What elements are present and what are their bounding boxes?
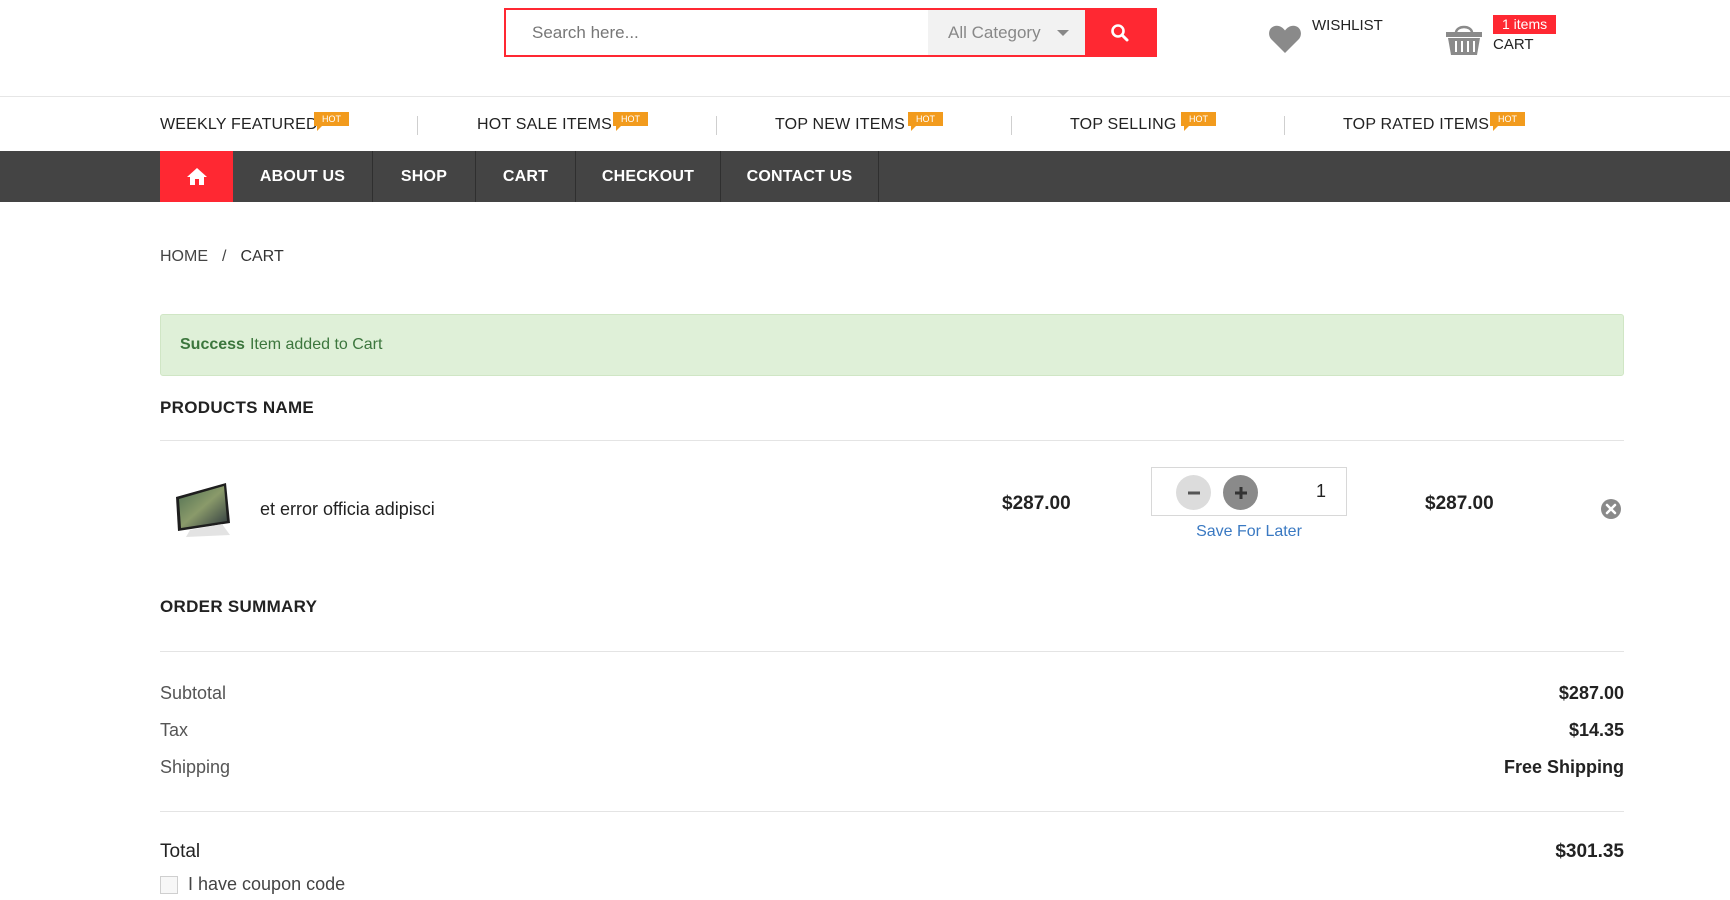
tax-value: $14.35 (1568, 720, 1624, 740)
divider (716, 116, 717, 135)
search-input[interactable] (506, 10, 928, 55)
divider (1284, 116, 1285, 135)
hot-item-top-new[interactable]: TOP NEW ITEMS (775, 116, 905, 134)
breadcrumb-current: CART (240, 248, 284, 265)
remove-item-button[interactable] (1600, 498, 1622, 525)
nav-cart[interactable]: CART (476, 151, 576, 202)
search-icon (1111, 23, 1129, 41)
basket-icon (1446, 25, 1482, 55)
quantity-decrease-button[interactable] (1176, 475, 1211, 510)
nav-about-us[interactable]: ABOUT US (233, 151, 373, 202)
home-icon (186, 168, 207, 185)
hot-badge: HOT (314, 112, 349, 131)
summary-subtotal: Subtotal $287.00 (160, 683, 1624, 704)
total-label: Total (160, 841, 201, 862)
search-bar: All Category (504, 8, 1157, 57)
coupon-label: I have coupon code (188, 874, 346, 894)
products-title: PRODUCTS NAME (160, 398, 315, 417)
shipping-value: Free Shipping (1503, 757, 1624, 777)
subtotal-label: Subtotal (160, 683, 227, 703)
tax-label: Tax (160, 720, 189, 740)
minus-icon (1187, 491, 1200, 494)
nav-checkout[interactable]: CHECKOUT (576, 151, 721, 202)
summary-tax: Tax $14.35 (160, 720, 1624, 741)
quantity-increase-button[interactable] (1223, 475, 1258, 510)
divider (160, 811, 1624, 812)
hot-badge: HOT (1490, 112, 1525, 131)
summary-shipping: Shipping Free Shipping (160, 757, 1624, 778)
product-name-link[interactable]: et error officia adipisci (260, 499, 435, 520)
order-summary-title: ORDER SUMMARY (160, 597, 318, 616)
nav-home-button[interactable] (160, 151, 233, 202)
hot-item-weekly-featured[interactable]: WEEKLY FEATURED (160, 116, 318, 134)
nav-shop[interactable]: SHOP (373, 151, 476, 202)
category-select[interactable]: All Category (928, 10, 1085, 55)
product-unit-price: $287.00 (1002, 493, 1071, 514)
breadcrumb-separator: / (222, 248, 227, 265)
caret-down-icon (1057, 30, 1069, 36)
coupon-toggle[interactable]: I have coupon code (160, 874, 345, 895)
hot-items-strip: WEEKLY FEATURED HOT HOT SALE ITEMS HOT T… (160, 98, 1535, 151)
cart-label: CART (1493, 36, 1534, 53)
summary-total: Total $301.35 (160, 841, 1624, 863)
coupon-checkbox[interactable] (160, 875, 178, 894)
search-button[interactable] (1085, 10, 1155, 55)
category-select-label: All Category (948, 22, 1041, 42)
divider (1011, 116, 1012, 135)
close-circle-icon (1601, 499, 1621, 519)
site-header: All Category WISHLIST 1 items CART (0, 0, 1730, 97)
alert-strong: Success (180, 336, 245, 353)
hot-item-top-selling[interactable]: TOP SELLING (1070, 116, 1177, 134)
nav-contact-us[interactable]: CONTACT US (721, 151, 879, 202)
header-cart[interactable]: 1 items CART (1445, 14, 1575, 64)
hot-badge: HOT (1181, 112, 1216, 131)
subtotal-value: $287.00 (1558, 683, 1624, 703)
quantity-value[interactable]: 1 (1316, 481, 1326, 502)
cart-count-badge: 1 items (1493, 15, 1557, 34)
hot-badge: HOT (908, 112, 943, 131)
product-line-total: $287.00 (1425, 493, 1494, 514)
main-nav: ABOUT US SHOP CART CHECKOUT CONTACT US (0, 151, 1730, 202)
breadcrumb: HOME / CART (160, 248, 284, 266)
shipping-label: Shipping (160, 757, 231, 777)
success-alert: Success Item added to Cart (160, 314, 1624, 376)
cart-item-row: et error officia adipisci $287.00 1 Save… (160, 441, 1624, 556)
hot-badge: HOT (613, 112, 648, 131)
alert-message: Item added to Cart (249, 336, 383, 353)
breadcrumb-home[interactable]: HOME (160, 248, 208, 265)
divider (160, 651, 1624, 652)
quantity-stepper: 1 (1151, 467, 1347, 516)
divider (417, 116, 418, 135)
heart-icon (1269, 25, 1301, 53)
wishlist-link[interactable]: WISHLIST (1268, 14, 1388, 64)
wishlist-label: WISHLIST (1312, 17, 1383, 34)
plus-icon (1234, 486, 1247, 499)
total-value: $301.35 (1555, 841, 1624, 862)
save-for-later-link[interactable]: Save For Later (1151, 523, 1347, 541)
product-image (176, 483, 230, 537)
hot-item-hot-sale[interactable]: HOT SALE ITEMS (477, 116, 612, 134)
hot-item-top-rated[interactable]: TOP RATED ITEMS (1343, 116, 1489, 134)
